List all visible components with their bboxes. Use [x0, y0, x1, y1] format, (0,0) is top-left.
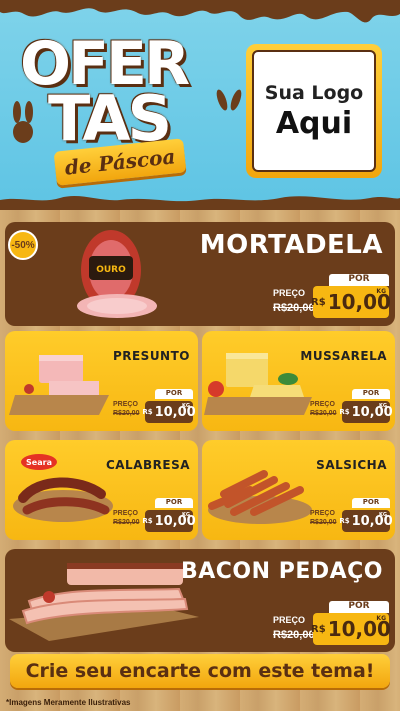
cta-banner[interactable]: Crie seu encarte com este tema! — [10, 654, 390, 688]
discount-badge: -50% — [8, 230, 38, 260]
svg-text:OURO: OURO — [96, 265, 126, 275]
currency-label: R$ — [339, 408, 350, 416]
unit-label: KG — [379, 512, 387, 518]
unit-label: KG — [182, 512, 190, 518]
mussarela-image — [204, 353, 312, 415]
product-name: MORTADELA — [199, 230, 383, 260]
currency-label: R$ — [142, 517, 153, 525]
currency-label: R$ — [339, 517, 350, 525]
header-banner: OFER TAS de Páscoa Sua Logo Aqui — [0, 0, 400, 210]
old-price: R$20,00 — [310, 410, 337, 417]
bunny-icon — [13, 101, 33, 143]
logo-text-line2: Aqui — [275, 105, 353, 141]
old-price: R$20,00 — [113, 410, 140, 417]
calabresa-image: Seara — [13, 454, 113, 522]
subtitle-text: de Páscoa — [63, 144, 177, 180]
product-card-salsicha[interactable]: SALSICHA POR PREÇO R$20,00 R$ 10,00 KG — [202, 440, 395, 540]
currency-label: R$ — [311, 623, 326, 635]
por-label: POR — [329, 601, 389, 613]
por-label: POR — [155, 389, 193, 399]
product-name: MUSSARELA — [300, 349, 387, 363]
por-label: POR — [352, 389, 390, 399]
price-tag: POR PREÇO R$20,00 R$ 10,00 KG — [113, 389, 196, 423]
salsicha-image — [208, 470, 312, 524]
presunto-image — [9, 355, 109, 415]
preco-label: PREÇO — [310, 510, 335, 517]
unit-label: KG — [182, 403, 190, 409]
unit-label: KG — [376, 615, 386, 622]
old-price: R$20,00 — [273, 629, 315, 641]
price-tag: POR PREÇO R$20,00 R$ 10,00 KG — [113, 498, 196, 532]
disclaimer-text: *Imagens Meramente Ilustrativas — [6, 698, 131, 707]
preco-label: PREÇO — [113, 401, 138, 408]
por-label: POR — [155, 498, 193, 508]
product-name: CALABRESA — [105, 458, 190, 472]
preco-label: PREÇO — [273, 615, 306, 625]
svg-text:Seara: Seara — [26, 458, 52, 467]
por-label: POR — [352, 498, 390, 508]
preco-label: PREÇO — [113, 510, 138, 517]
product-card-presunto[interactable]: PRESUNTO POR PREÇO R$20,00 R$ 10,00 KG — [5, 331, 198, 431]
cta-text: Crie seu encarte com este tema! — [25, 660, 375, 682]
mortadela-image: OURO — [77, 230, 157, 318]
product-name: PRESUNTO — [112, 349, 190, 363]
por-label: POR — [329, 274, 389, 286]
currency-label: R$ — [142, 408, 153, 416]
price-tag: POR PREÇO R$20,00 R$ 10,00 KG — [273, 274, 391, 318]
product-card-mortadela[interactable]: OURO MORTADELA POR PREÇO R$20,00 R$ 10,0… — [5, 222, 395, 326]
preco-label: PREÇO — [310, 401, 335, 408]
product-name: BACON PEDAÇO — [180, 559, 383, 584]
logo-placeholder[interactable]: Sua Logo Aqui — [246, 44, 382, 178]
price-tag: POR PREÇO R$20,00 R$ 10,00 KG — [310, 389, 393, 423]
chocolate-drip-bottom — [0, 196, 400, 210]
product-card-calabresa[interactable]: Seara CALABRESA POR PREÇO R$20,00 R$ 10,… — [5, 440, 198, 540]
price-tag: POR PREÇO R$20,00 R$ 10,00 KG — [273, 601, 391, 645]
price-tag: POR PREÇO R$20,00 R$ 10,00 KG — [310, 498, 393, 532]
product-card-bacon[interactable]: BACON PEDAÇO POR PREÇO R$20,00 R$ 10,00 … — [5, 549, 395, 652]
logo-text-line1: Sua Logo — [264, 81, 364, 104]
old-price: R$20,00 — [310, 519, 337, 526]
old-price: R$20,00 — [273, 302, 315, 314]
old-price: R$20,00 — [113, 519, 140, 526]
unit-label: KG — [379, 403, 387, 409]
product-card-mussarela[interactable]: MUSSARELA POR PREÇO R$20,00 R$ 10,00 KG — [202, 331, 395, 431]
preco-label: PREÇO — [273, 288, 306, 298]
currency-label: R$ — [311, 296, 326, 308]
bacon-image — [9, 563, 199, 641]
product-name: SALSICHA — [316, 458, 387, 472]
unit-label: KG — [376, 288, 386, 295]
bunny-icon — [216, 89, 242, 111]
